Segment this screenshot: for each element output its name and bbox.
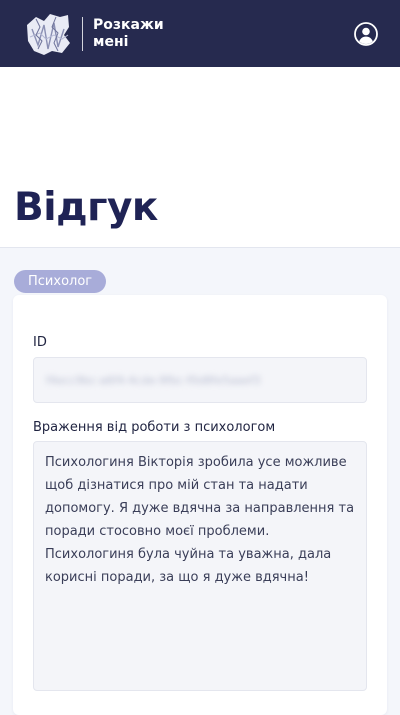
logo-wordmark[interactable]: Розкажи мені [93, 17, 164, 51]
feedback-card: ID f4ecc9bc-a6f4-4cde-9fbc-f0d8fe5aaef3 … [13, 295, 387, 715]
logo-line-2: мені [93, 33, 129, 50]
title-section: Відгук Психолог [0, 67, 400, 293]
logo-line-1: Розкажи [93, 16, 164, 33]
logo-divider [82, 16, 83, 51]
feedback-textarea[interactable]: Психологиня Вікторія зробила усе можливе… [33, 441, 367, 691]
id-field-label: ID [33, 335, 47, 350]
category-badge: Психолог [14, 270, 107, 293]
page-title: Відгук [14, 185, 158, 230]
crumpled-paper-logo-icon[interactable] [24, 11, 72, 57]
id-field[interactable]: f4ecc9bc-a6f4-4cde-9fbc-f0d8fe5aaef3 [33, 357, 367, 403]
id-field-value: f4ecc9bc-a6f4-4cde-9fbc-f0d8fe5aaef3 [46, 373, 261, 387]
feedback-field-label: Враження від роботи з психологом [33, 420, 276, 435]
user-account-icon[interactable] [354, 22, 378, 46]
app-header: Розкажи мені [0, 0, 400, 67]
